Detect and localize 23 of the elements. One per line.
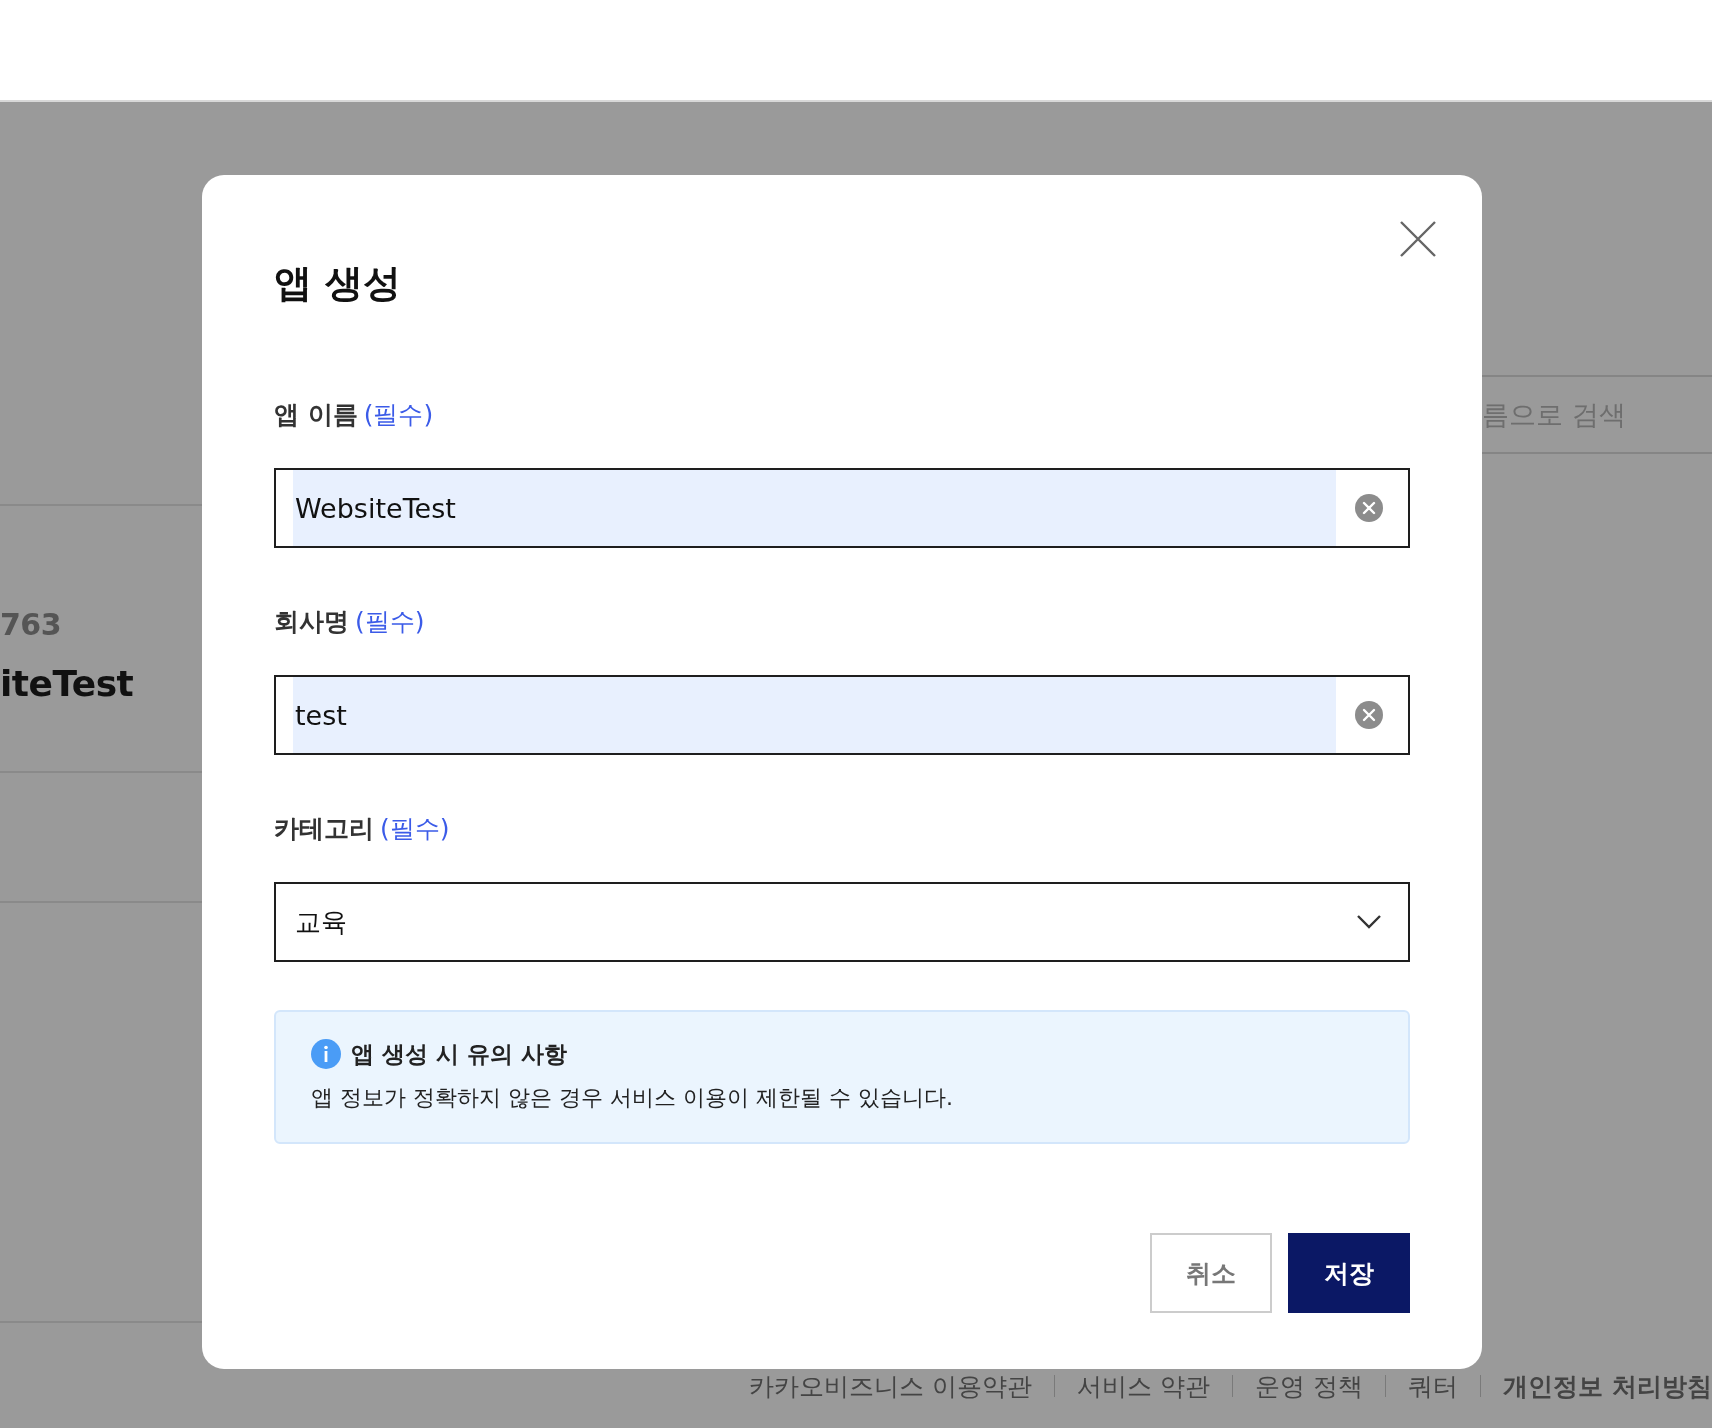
- footer-link[interactable]: 카카오비즈니스 이용약관: [749, 1369, 1033, 1403]
- info-icon: [311, 1039, 341, 1069]
- footer-link[interactable]: 서비스 약관: [1077, 1369, 1211, 1403]
- footer-link[interactable]: 운영 정책: [1255, 1369, 1364, 1403]
- category-select[interactable]: 교육: [274, 882, 1410, 962]
- app-id-text: 763: [0, 606, 63, 644]
- footer-link[interactable]: 개인정보 처리방침: [1503, 1369, 1712, 1403]
- text-field[interactable]: test: [274, 675, 1410, 755]
- clear-icon[interactable]: [1354, 700, 1384, 730]
- footer-link[interactable]: 쿼터: [1408, 1369, 1459, 1403]
- cancel-button[interactable]: 취소: [1150, 1233, 1272, 1313]
- chevron-down-icon: [1356, 914, 1382, 930]
- text-field[interactable]: WebsiteTest: [274, 468, 1410, 548]
- field-label: 회사명 (필수): [274, 606, 426, 638]
- clear-icon[interactable]: [1354, 493, 1384, 523]
- app-name-text: iteTest: [0, 662, 135, 706]
- field-label: 앱 이름 (필수): [274, 399, 435, 431]
- close-icon[interactable]: [1398, 219, 1438, 259]
- notice-text: 앱 정보가 정확하지 않은 경우 서비스 이용이 제한될 수 있습니다.: [311, 1084, 954, 1112]
- field-label: 카테고리 (필수): [274, 813, 451, 845]
- notice-title: 앱 생성 시 유의 사항: [351, 1040, 568, 1069]
- dialog-title: 앱 생성: [274, 260, 403, 307]
- save-button[interactable]: 저장: [1288, 1233, 1410, 1313]
